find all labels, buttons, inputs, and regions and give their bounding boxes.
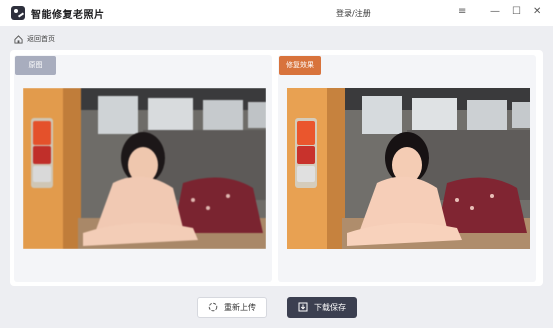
app-title: 智能修复老照片 — [31, 10, 105, 21]
title-bar: 智能修复老照片 登录/注册 ≡ — ☐ ✕ — [0, 0, 553, 26]
back-home-label: 返回首页 — [27, 35, 55, 43]
original-tag: 原图 — [15, 56, 56, 75]
refresh-icon — [208, 302, 218, 314]
maximize-icon[interactable]: ☐ — [512, 5, 521, 19]
original-photo — [23, 88, 266, 249]
download-label: 下载保存 — [314, 303, 346, 312]
app-logo-icon — [11, 6, 25, 20]
repaired-photo — [287, 88, 530, 249]
menu-icon[interactable]: ≡ — [458, 5, 466, 19]
minimize-icon[interactable]: — — [490, 5, 500, 19]
download-icon — [298, 302, 308, 314]
repaired-tag: 修复效果 — [279, 56, 321, 75]
login-register-link[interactable]: 登录/注册 — [336, 8, 371, 19]
download-save-button[interactable]: 下载保存 — [287, 297, 357, 318]
close-icon[interactable]: ✕ — [533, 5, 541, 19]
reupload-button[interactable]: 重新上传 — [197, 297, 267, 318]
back-home-link[interactable]: 返回首页 — [14, 33, 55, 45]
reupload-label: 重新上传 — [224, 303, 256, 312]
home-icon — [14, 34, 23, 44]
